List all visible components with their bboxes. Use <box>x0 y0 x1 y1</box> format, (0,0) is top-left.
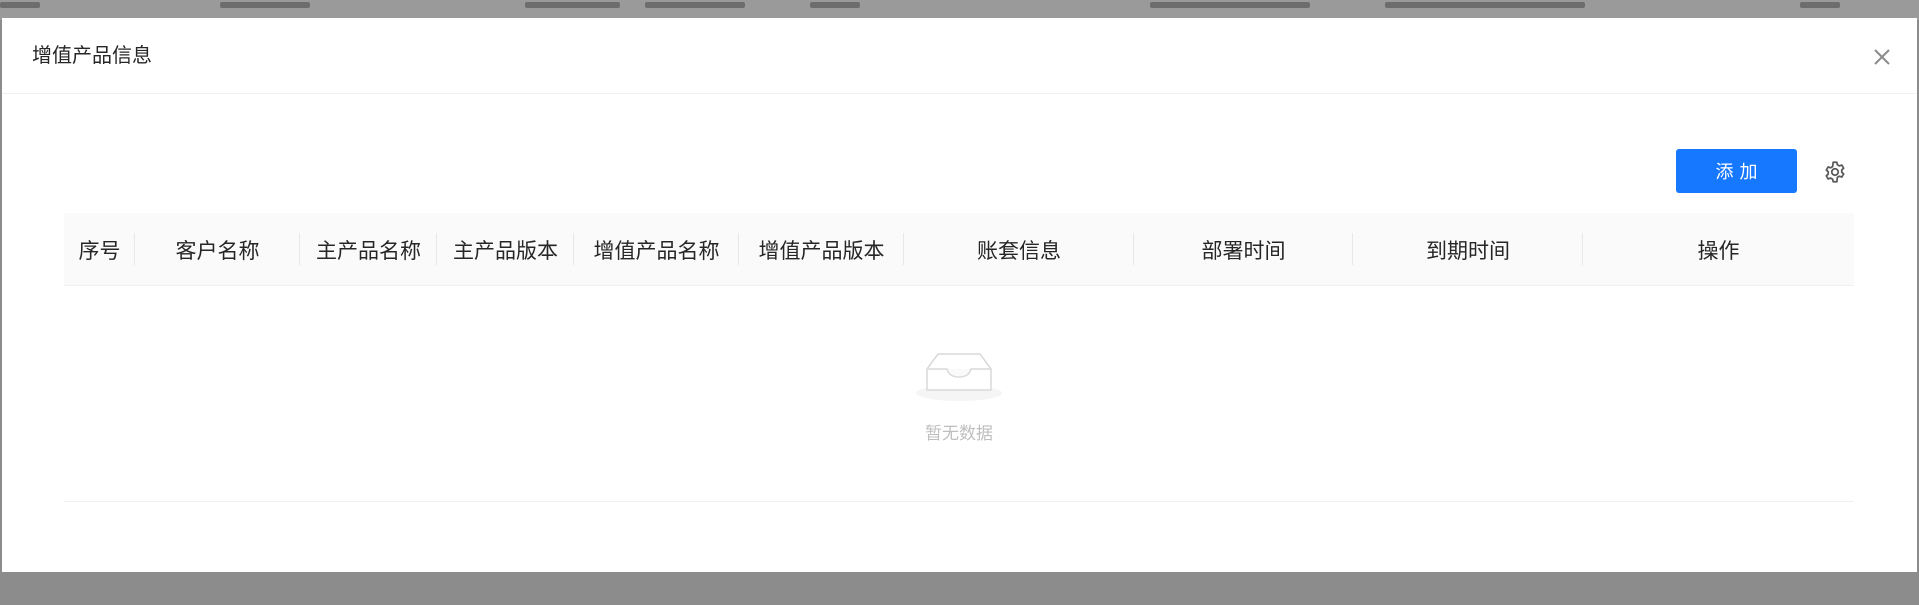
column-header-index: 序号 <box>64 213 135 286</box>
empty-text: 暂无数据 <box>925 424 993 444</box>
close-icon <box>1874 49 1890 65</box>
column-header-main-product-version: 主产品版本 <box>437 213 574 286</box>
modal-title: 增值产品信息 <box>32 43 152 67</box>
background-text <box>525 2 620 8</box>
gear-icon <box>1825 161 1845 183</box>
add-button[interactable]: 添加 <box>1676 149 1797 193</box>
background-text <box>645 2 745 8</box>
close-button[interactable] <box>1869 44 1895 70</box>
background-text <box>0 2 40 8</box>
empty-inbox-icon <box>916 353 1002 401</box>
column-header-customer-name: 客户名称 <box>135 213 300 286</box>
column-header-actions: 操作 <box>1697 238 1740 263</box>
addon-product-table: 序号 客户名称 主产品名称 主产品版本 增值产品名称 增值产品版本 账套信息 部… <box>64 213 1854 502</box>
column-header-deploy-time: 部署时间 <box>1134 213 1353 286</box>
column-settings-button[interactable] <box>1822 159 1848 185</box>
empty-state: 暂无数据 <box>64 286 1854 501</box>
background-text <box>1800 2 1840 8</box>
column-header-addon-product-name: 增值产品名称 <box>574 213 739 286</box>
column-header-expire-time: 到期时间 <box>1353 213 1583 286</box>
background-text <box>1385 2 1585 8</box>
addon-product-modal: 增值产品信息 添加 序号 客户名称 主产品名称 主产品版本 增值产品名称 增值产… <box>2 18 1917 572</box>
column-header-main-product-name: 主产品名称 <box>300 213 437 286</box>
column-header-addon-product-version: 增值产品版本 <box>739 213 904 286</box>
background-page <box>0 0 1919 20</box>
modal-header: 增值产品信息 <box>2 18 1917 94</box>
background-text <box>810 2 860 8</box>
table-header: 序号 客户名称 主产品名称 主产品版本 增值产品名称 增值产品版本 账套信息 部… <box>64 213 1854 286</box>
background-text <box>1150 2 1310 8</box>
table-body: 暂无数据 <box>64 286 1854 502</box>
background-text <box>220 2 310 8</box>
column-header-account-set-info: 账套信息 <box>904 213 1134 286</box>
